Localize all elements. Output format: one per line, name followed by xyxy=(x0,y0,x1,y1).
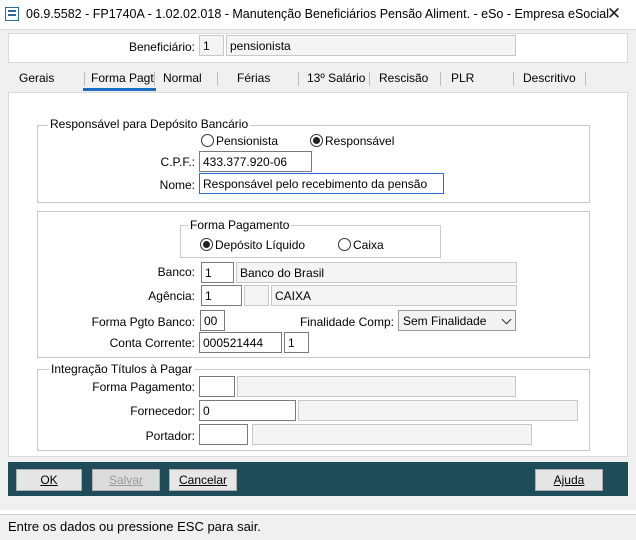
portador-code-field[interactable] xyxy=(199,424,248,445)
forma-pagamento-desc-field[interactable] xyxy=(237,376,516,397)
radio-deposito-liquido-label: Depósito Líquido xyxy=(215,238,306,252)
fornecedor-desc-field[interactable] xyxy=(298,400,578,421)
window-title: 06.9.5582 - FP1740A - 1.02.02.018 - Manu… xyxy=(26,7,609,21)
radio-deposito-liquido[interactable] xyxy=(200,238,213,251)
radio-responsavel-label: Responsável xyxy=(325,134,395,148)
tab-normal[interactable]: Normal xyxy=(163,71,202,85)
forma-pagamento-title: Forma Pagamento xyxy=(188,218,292,232)
forma-pagamento-code-field[interactable] xyxy=(199,376,235,397)
ok-button[interactable]: OK xyxy=(16,469,82,491)
finalidade-select[interactable]: Sem Finalidade xyxy=(398,310,516,331)
tab-descritivo[interactable]: Descritivo xyxy=(523,71,576,85)
portador-desc-field[interactable] xyxy=(252,424,532,445)
radio-caixa[interactable] xyxy=(338,238,351,251)
tab-rescisao[interactable]: Rescisão xyxy=(379,71,428,85)
beneficiario-name-field[interactable]: pensionista xyxy=(226,35,516,56)
active-tab-indicator xyxy=(83,88,156,91)
beneficiario-code-field[interactable]: 1 xyxy=(199,35,224,56)
tab-separator xyxy=(513,72,514,86)
integracao-group-title: Integração Títulos à Pagar xyxy=(49,362,195,376)
tab-gerais[interactable]: Gerais xyxy=(19,71,54,85)
tab-separator xyxy=(440,72,441,86)
forma-pgto-banco-label: Forma Pgto Banco: xyxy=(91,315,195,329)
agencia-label: Agência: xyxy=(148,289,195,303)
banco-label: Banco: xyxy=(157,265,195,279)
agencia-name-field[interactable]: CAIXA xyxy=(271,285,517,306)
conta-digit-field[interactable]: 1 xyxy=(284,332,309,353)
tab-strip: Gerais Forma Pagt Normal Férias 13º Salá… xyxy=(8,66,628,90)
fornecedor-code-field[interactable]: 0 xyxy=(199,400,296,421)
tab-plr[interactable]: PLR xyxy=(451,71,474,85)
tab-forma-pagt[interactable]: Forma Pagt xyxy=(91,71,154,85)
tab-13-salario[interactable]: 13º Salário xyxy=(307,71,365,85)
status-bar: Entre os dados ou pressione ESC para sai… xyxy=(0,514,636,540)
cpf-label: C.P.F.: xyxy=(160,155,195,169)
cpf-field[interactable]: 433.377.920-06 xyxy=(199,151,312,172)
portador-label: Portador: xyxy=(145,429,195,443)
banco-code-field[interactable]: 1 xyxy=(201,262,234,283)
salvar-button-label: Salvar xyxy=(108,473,143,487)
tab-separator xyxy=(217,72,218,86)
nome-field[interactable]: Responsável pelo recebimento da pensão xyxy=(199,173,444,194)
cancelar-button-label: Cancelar xyxy=(178,473,228,487)
radio-pensionista-label: Pensionista xyxy=(216,134,279,148)
radio-caixa-label: Caixa xyxy=(353,238,384,252)
ajuda-button-label: Ajuda xyxy=(553,473,585,487)
agencia-code-field[interactable]: 1 xyxy=(201,285,242,306)
title-bar: 06.9.5582 - FP1740A - 1.02.02.018 - Manu… xyxy=(0,0,636,30)
conta-corrente-label: Conta Corrente: xyxy=(109,336,195,350)
finalidade-select-value: Sem Finalidade xyxy=(403,314,487,328)
app-icon xyxy=(5,7,19,21)
tab-separator xyxy=(298,72,299,86)
conta-corrente-field[interactable]: 000521444 xyxy=(199,332,282,353)
tab-separator xyxy=(84,72,85,86)
agencia-digit-field[interactable] xyxy=(244,285,269,306)
tab-separator xyxy=(369,72,370,86)
forma-pgto-banco-field[interactable]: 00 xyxy=(200,310,225,331)
tab-ferias[interactable]: Férias xyxy=(237,71,270,85)
forma-pagamento-label: Forma Pagamento: xyxy=(92,380,195,394)
radio-pensionista[interactable] xyxy=(201,134,214,147)
cancelar-button[interactable]: Cancelar xyxy=(169,469,237,491)
close-icon[interactable]: ✕ xyxy=(596,3,632,25)
finalidade-label: Finalidade Comp: xyxy=(299,315,394,329)
chevron-down-icon xyxy=(501,314,512,325)
radio-responsavel[interactable] xyxy=(310,134,323,147)
ok-button-label: OK xyxy=(40,473,58,487)
ajuda-button[interactable]: Ajuda xyxy=(535,469,603,491)
fornecedor-label: Fornecedor: xyxy=(130,404,195,418)
nome-label: Nome: xyxy=(159,178,195,192)
responsavel-group-title: Responsável para Depósito Bancário xyxy=(48,117,251,131)
beneficiario-label: Beneficiário: xyxy=(128,40,195,54)
banco-name-field[interactable]: Banco do Brasil xyxy=(236,262,517,283)
tab-separator xyxy=(585,72,586,86)
salvar-button[interactable]: Salvar xyxy=(92,469,160,491)
tab-separator xyxy=(154,72,155,86)
